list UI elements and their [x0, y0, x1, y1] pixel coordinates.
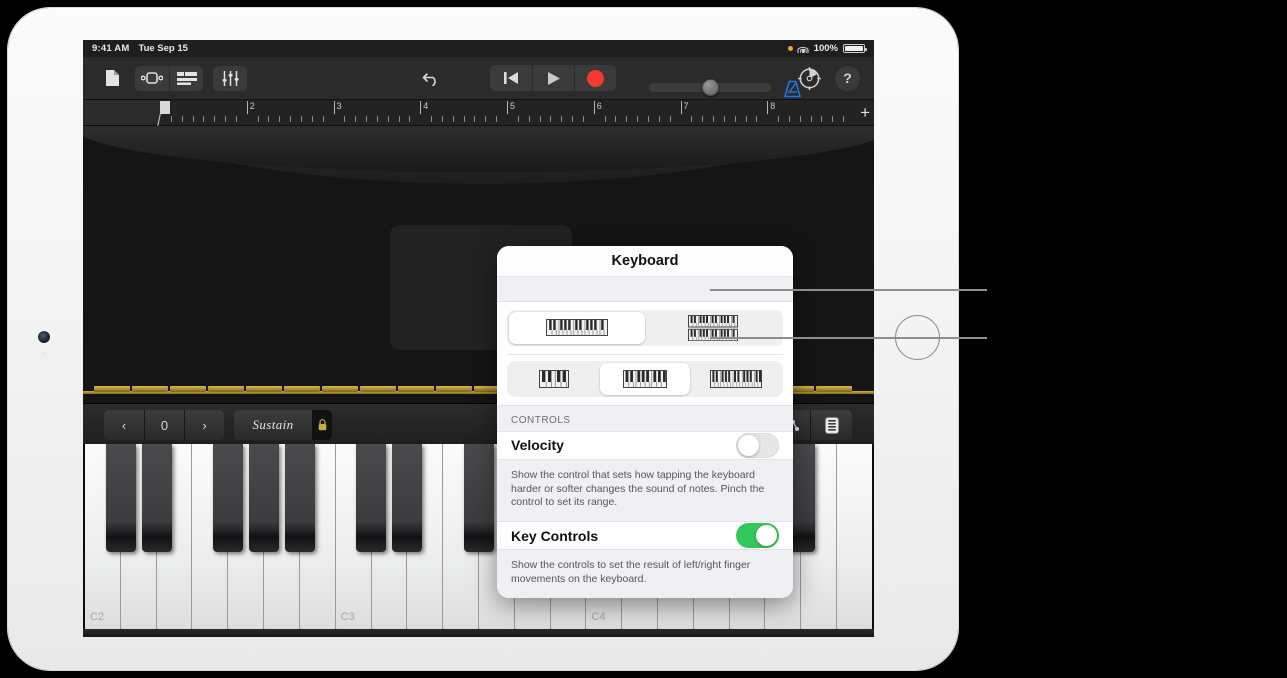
home-button-marker — [895, 315, 940, 360]
strips-icon[interactable] — [810, 410, 852, 440]
play-icon[interactable] — [532, 65, 574, 91]
help-button[interactable]: ? — [835, 65, 860, 91]
status-time: 9:41 AM — [92, 43, 130, 54]
ruler-bar: 3 — [333, 100, 421, 125]
piano-white-key[interactable] — [443, 444, 479, 631]
mixer-icon[interactable] — [213, 65, 247, 91]
status-bar: 9:41 AM Tue Sep 15 100% — [83, 40, 874, 57]
track-view-icon[interactable] — [169, 65, 203, 91]
rewind-icon[interactable] — [490, 65, 532, 91]
settings-gear-icon[interactable] — [798, 66, 821, 90]
view-toggle-group — [135, 65, 203, 91]
keyboard-left-controls: ‹ 0 › Sustain — [104, 410, 332, 440]
piano-white-key[interactable]: C2 — [85, 444, 121, 631]
piano-white-key[interactable] — [837, 444, 872, 631]
ruler-bar: 2 — [246, 100, 334, 125]
piano-white-key[interactable]: C3 — [335, 444, 372, 631]
transport-group — [490, 65, 616, 91]
key-controls-row[interactable]: Key Controls — [497, 521, 793, 551]
add-section-button[interactable]: + — [860, 104, 870, 121]
sustain-label: Sustain — [234, 410, 312, 440]
timeline-ruler[interactable]: 12345678 + — [83, 100, 874, 126]
double-keyboard-option[interactable] — [645, 312, 781, 344]
keyboard-size-large-option[interactable] — [690, 363, 781, 395]
piano-white-key[interactable] — [801, 444, 838, 631]
controls-section-header: CONTROLS — [497, 404, 793, 431]
ruler-left-pad — [83, 100, 160, 125]
wifi-icon — [797, 45, 809, 53]
keyboard-size-medium-option[interactable] — [599, 362, 691, 395]
keyboard-settings-dialog: Keyboard CONTROLS Velocity Show the cont… — [497, 246, 793, 598]
layout-segmented-control — [507, 309, 783, 346]
piano-white-key[interactable] — [156, 444, 193, 631]
volume-slider-knob[interactable] — [702, 79, 719, 96]
ruler-bar: 7 — [680, 100, 768, 125]
piano-white-key[interactable] — [228, 444, 265, 631]
battery-percent: 100% — [813, 43, 838, 54]
octave-label: C3 — [340, 611, 355, 623]
page-root: 9:41 AM Tue Sep 15 100% ? 2 3 4 5 6 7 8 … — [0, 0, 1287, 678]
piano-white-key[interactable] — [120, 444, 157, 631]
velocity-description: Show the control that sets how tapping t… — [497, 459, 793, 522]
piano-white-key[interactable] — [264, 444, 300, 631]
piano-lid-shadow — [83, 126, 874, 172]
status-date: Tue Sep 15 — [138, 43, 188, 54]
velocity-label: Velocity — [511, 437, 564, 454]
key-controls-toggle[interactable] — [736, 523, 779, 549]
octave-label: C4 — [591, 611, 606, 623]
octave-value: 0 — [144, 410, 184, 440]
piano-base — [83, 629, 874, 637]
keyboard-size-small-option[interactable] — [509, 363, 600, 395]
size-segmented-control — [507, 360, 783, 397]
ruler-bar: 8 — [767, 100, 854, 125]
piano-white-key[interactable] — [371, 444, 408, 631]
playhead-marker[interactable] — [157, 100, 171, 126]
velocity-row[interactable]: Velocity — [497, 430, 793, 460]
octave-stepper: ‹ 0 › — [104, 410, 224, 440]
callout-line-layout — [710, 289, 987, 291]
octave-down-button[interactable]: ‹ — [104, 410, 144, 440]
ipad-screen: 9:41 AM Tue Sep 15 100% ? 2 3 4 5 6 7 8 … — [83, 40, 874, 637]
battery-icon — [843, 43, 867, 54]
ruler-tick-container: 12345678 — [160, 100, 854, 125]
single-keyboard-option[interactable] — [509, 311, 645, 344]
front-camera-icon — [38, 331, 50, 343]
velocity-toggle[interactable] — [736, 432, 779, 458]
piano-white-key[interactable] — [299, 444, 336, 631]
loop-browser-icon[interactable] — [135, 66, 169, 91]
undo-icon[interactable] — [418, 66, 444, 91]
ruler-bar: 1 — [160, 100, 247, 125]
size-segment-wrap — [497, 354, 793, 405]
ruler-bar: 6 — [593, 100, 681, 125]
ruler-bar: 5 — [507, 100, 594, 125]
status-right-group: 100% — [787, 43, 867, 54]
record-icon[interactable] — [574, 65, 616, 91]
ambient-sensor-icon — [41, 351, 47, 357]
ruler-bar: 4 — [420, 100, 507, 125]
piano-white-key[interactable] — [192, 444, 229, 631]
orange-dot-icon — [787, 46, 793, 51]
main-toolbar: ? — [83, 57, 874, 100]
dialog-title: Keyboard — [611, 253, 679, 270]
volume-slider[interactable] — [649, 79, 771, 96]
lock-icon[interactable] — [312, 410, 332, 440]
key-controls-label: Key Controls — [511, 527, 599, 544]
octave-up-button[interactable]: › — [184, 410, 224, 440]
layout-segment-wrap — [497, 301, 793, 348]
dialog-header: Keyboard — [497, 246, 793, 278]
toolbar-left-group — [83, 65, 247, 91]
key-controls-description: Show the controls to set the result of l… — [497, 550, 793, 598]
sustain-control[interactable]: Sustain — [234, 410, 332, 440]
octave-label: C2 — [90, 611, 105, 623]
toolbar-right-group: ? — [798, 65, 860, 91]
piano-white-key[interactable] — [407, 444, 444, 631]
callout-line-size — [710, 337, 987, 339]
toolbar-center-group — [418, 65, 616, 91]
document-icon[interactable] — [99, 66, 125, 91]
